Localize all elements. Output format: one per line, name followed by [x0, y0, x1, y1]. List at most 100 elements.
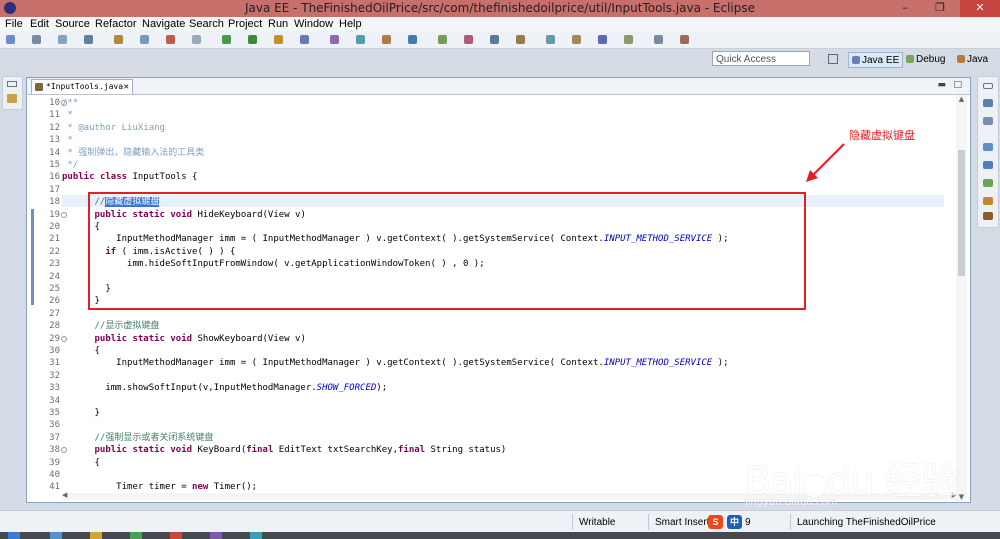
status-bar: Writable Smart Insert S 中 9 Launching Th…	[0, 510, 1000, 533]
menu-project[interactable]: Project	[228, 18, 262, 30]
restore-view-icon[interactable]	[7, 81, 17, 87]
baidu-watermark-url: jingyan.baidu.com	[745, 497, 838, 508]
back-icon[interactable]	[624, 35, 633, 44]
quick-access-input[interactable]: Quick Access	[712, 51, 810, 66]
servers-icon[interactable]	[983, 143, 993, 151]
line-number: 32	[49, 371, 60, 381]
scroll-thumb[interactable]	[958, 150, 965, 276]
markers-icon[interactable]	[983, 179, 993, 187]
search-icon[interactable]	[464, 35, 473, 44]
next-annotation-icon[interactable]	[572, 35, 581, 44]
outline-icon[interactable]	[983, 99, 993, 107]
line-number: 16	[49, 172, 60, 182]
pin-editor-icon[interactable]	[680, 35, 689, 44]
scroll-up-icon[interactable]: ▲	[956, 95, 967, 103]
debug-icon[interactable]	[248, 35, 257, 44]
line-number: 10	[49, 98, 60, 108]
taskbar-app-icon[interactable]	[130, 532, 142, 539]
toggle-mark-icon[interactable]	[490, 35, 499, 44]
line-number: 19	[49, 210, 60, 220]
cut-icon[interactable]	[114, 35, 123, 44]
menu-run[interactable]: Run	[268, 18, 288, 30]
menu-navigate[interactable]: Navigate	[142, 18, 185, 30]
right-view-strip	[977, 76, 999, 228]
line-number: 29	[49, 334, 60, 344]
restore-button[interactable]: ❐	[925, 0, 955, 17]
perspective-java-ee[interactable]: Java EE	[848, 52, 904, 68]
run-icon[interactable]	[274, 35, 283, 44]
minimize-button[interactable]: –	[890, 0, 920, 17]
launching-progress-status: Launching TheFinishedOilPrice	[797, 517, 936, 528]
task-list-icon[interactable]	[983, 117, 993, 125]
line-number: 21	[49, 234, 60, 244]
perspective-debug[interactable]: Debug	[903, 52, 948, 68]
new-class-icon[interactable]	[408, 35, 417, 44]
new-package-icon[interactable]	[382, 35, 391, 44]
console-icon[interactable]	[983, 161, 993, 169]
eclipse-app-icon	[4, 2, 16, 14]
print-icon[interactable]	[84, 35, 93, 44]
sogou-ime-icon[interactable]: S	[708, 515, 723, 529]
tab-inputtools-java[interactable]: *InputTools.java ✕	[31, 79, 133, 94]
taskbar-app-icon[interactable]	[210, 532, 222, 539]
new-icon[interactable]	[6, 35, 15, 44]
package-explorer-icon[interactable]	[7, 94, 17, 103]
taskbar-app-icon[interactable]	[90, 532, 102, 539]
paste-icon[interactable]	[166, 35, 175, 44]
menu-refactor[interactable]: Refactor	[95, 18, 137, 30]
code-line: */	[62, 160, 79, 170]
code-line: *	[62, 135, 73, 145]
redo-icon[interactable]	[222, 35, 231, 44]
start-icon[interactable]	[8, 532, 20, 539]
run-last-icon[interactable]	[300, 35, 309, 44]
minimize-editor-icon[interactable]: ▬	[937, 80, 946, 90]
menu-help[interactable]: Help	[339, 18, 362, 30]
new-java-project-icon[interactable]	[356, 35, 365, 44]
mark-occurrences-icon[interactable]	[516, 35, 525, 44]
editor-tab-row: *InputTools.java ✕ ▬ □	[27, 78, 970, 95]
line-number: 26	[49, 296, 60, 306]
close-button[interactable]: ✕	[960, 0, 1000, 17]
maximize-editor-icon[interactable]: □	[953, 80, 962, 90]
line-number: 23	[49, 259, 60, 269]
taskbar-app-icon[interactable]	[250, 532, 262, 539]
code-line: }	[62, 408, 100, 418]
code-line: //强制显示或者关闭系统键盘	[94, 433, 214, 443]
cursor-position-status: 9	[745, 517, 751, 528]
save-all-icon[interactable]	[58, 35, 67, 44]
open-type-icon[interactable]	[438, 35, 447, 44]
vertical-scrollbar[interactable]: ▲ ▼	[956, 95, 967, 501]
line-number: 33	[49, 383, 60, 393]
restore-view-icon[interactable]	[983, 83, 993, 89]
forward-icon[interactable]	[654, 35, 663, 44]
show-whitespace-icon[interactable]	[546, 35, 555, 44]
title-bar: Java EE - TheFinishedOilPrice/src/com/th…	[0, 0, 1000, 17]
menu-source[interactable]: Source	[55, 18, 90, 30]
undo-icon[interactable]	[192, 35, 201, 44]
data-source-icon[interactable]	[983, 212, 993, 220]
line-number: 34	[49, 396, 60, 406]
menu-search[interactable]: Search	[189, 18, 224, 30]
line-number: 25	[49, 284, 60, 294]
snippets-icon[interactable]	[983, 197, 993, 205]
line-number: 27	[49, 309, 60, 319]
copy-icon[interactable]	[140, 35, 149, 44]
external-tools-icon[interactable]	[330, 35, 339, 44]
taskbar-app-icon[interactable]	[50, 532, 62, 539]
menu-edit[interactable]: Edit	[30, 18, 49, 30]
line-number: 41	[49, 482, 60, 492]
scroll-left-icon[interactable]: ◀	[62, 491, 67, 499]
window-title: Java EE - TheFinishedOilPrice/src/com/th…	[244, 1, 756, 15]
menu-window[interactable]: Window	[294, 18, 333, 30]
ime-chinese-mode[interactable]: 中	[727, 515, 742, 529]
left-view-strip	[2, 76, 23, 110]
taskbar-app-icon[interactable]	[170, 532, 182, 539]
line-number: 28	[49, 321, 60, 331]
perspective-java[interactable]: Java	[954, 52, 991, 68]
close-tab-icon[interactable]: ✕	[124, 80, 129, 94]
menu-file[interactable]: File	[5, 18, 23, 30]
open-perspective-icon[interactable]	[828, 54, 838, 64]
line-number: 13	[49, 135, 60, 145]
prev-annotation-icon[interactable]	[598, 35, 607, 44]
save-icon[interactable]	[32, 35, 41, 44]
